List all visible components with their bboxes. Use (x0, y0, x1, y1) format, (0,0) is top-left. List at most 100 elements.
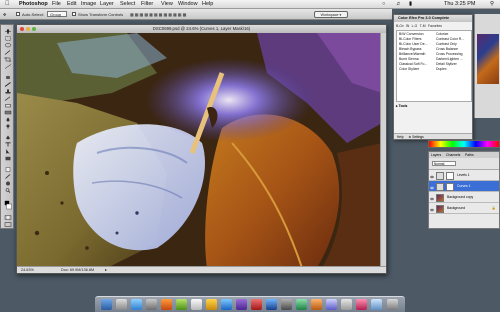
zoom-icon[interactable] (32, 27, 36, 31)
filter-item[interactable]: B/W Conversion (399, 32, 424, 36)
navigator-thumbnail[interactable] (477, 34, 499, 84)
menu-help[interactable]: Help (202, 0, 213, 9)
eye-icon[interactable] (430, 195, 434, 201)
zoom-level[interactable]: 24.63% (21, 267, 34, 274)
settings-icon[interactable]: ⚙ (408, 135, 411, 139)
app-icon[interactable] (176, 299, 187, 310)
trash-icon[interactable] (387, 299, 398, 310)
filter-item[interactable]: Colorize (436, 32, 448, 36)
close-icon[interactable] (20, 27, 24, 31)
layer-row[interactable]: Background 🔒 (429, 203, 499, 214)
notes-tool-icon[interactable] (4, 167, 12, 172)
eraser-tool-icon[interactable] (4, 103, 12, 108)
menu-filter[interactable]: Filter (141, 0, 153, 9)
transform-checkbox[interactable] (72, 12, 76, 16)
eyedropper-tool-icon[interactable] (4, 174, 12, 179)
magic-wand-tool-icon[interactable] (4, 50, 12, 55)
app-icon[interactable] (251, 299, 262, 310)
app-icon[interactable] (356, 299, 367, 310)
status-arrow-icon[interactable]: ▸ (105, 267, 107, 274)
filter-item[interactable]: Color Stylizer (399, 67, 419, 71)
efex-settings[interactable]: Settings (412, 135, 424, 139)
filter-item[interactable]: Classical Soft Fo... (399, 62, 427, 66)
canvas-photo[interactable] (17, 33, 382, 268)
layer-row[interactable]: Background copy (429, 192, 499, 203)
healing-brush-tool-icon[interactable] (4, 75, 12, 80)
efex-tab-favorites[interactable]: Favorites (428, 24, 442, 28)
efex-help[interactable]: Help (397, 135, 404, 139)
auto-select-checkbox[interactable] (16, 12, 20, 16)
mail-icon[interactable] (146, 299, 157, 310)
gradient-tool-icon[interactable] (4, 110, 12, 115)
eye-icon[interactable] (430, 184, 434, 190)
app-icon[interactable] (236, 299, 247, 310)
safari-icon[interactable] (131, 299, 142, 310)
type-tool-icon[interactable] (4, 142, 12, 147)
app-icon[interactable] (296, 299, 307, 310)
efex-title[interactable]: Color Efex Pro 3.0 Complete (394, 15, 472, 22)
zoom-tool-icon[interactable] (4, 188, 12, 193)
folder-icon[interactable] (371, 299, 382, 310)
finder-icon[interactable] (101, 299, 112, 310)
filter-item[interactable]: Bi-Color Filters (399, 37, 421, 41)
menu-select[interactable]: Select (120, 0, 135, 9)
app-icon[interactable] (206, 299, 217, 310)
filter-item[interactable]: Darken/Lighten ... (436, 57, 463, 61)
layer-mask-thumbnail[interactable] (446, 171, 454, 180)
calendar-icon[interactable] (191, 299, 202, 310)
filter-item[interactable]: Contrast Only (436, 42, 457, 46)
app-icon[interactable] (116, 299, 127, 310)
marquee-tool-icon[interactable] (4, 36, 12, 41)
efex-tab-l-g[interactable]: L-G (412, 24, 418, 28)
clock[interactable]: Thu 3:25 PM (444, 0, 476, 9)
apple-menu-icon[interactable]:  (5, 0, 10, 9)
volume-icon[interactable]: ♬ (396, 0, 402, 9)
doc-size[interactable]: Doc: 69.9M/136.8M (61, 267, 94, 274)
align-icons[interactable]: ▦▦▦▦▦▦▦▦▦▦▦▦ (130, 9, 187, 20)
screen-mode-icon[interactable] (4, 222, 12, 227)
filter-item[interactable]: Bi-Color User De... (399, 42, 427, 46)
filter-item[interactable]: Duplex (436, 67, 447, 71)
blend-mode-dropdown[interactable]: Normal (432, 161, 456, 166)
color-swatches-icon[interactable] (4, 200, 12, 210)
filter-item[interactable]: Burnt Sienna (399, 57, 419, 61)
color-spectrum[interactable] (428, 140, 500, 148)
efex-tab-b-ov[interactable]: B-Ov (396, 24, 404, 28)
eye-icon[interactable] (430, 173, 434, 179)
filter-item[interactable]: Brilliance/Warmth (399, 52, 425, 56)
move-tool-icon[interactable]: ✥ (3, 9, 6, 20)
menu-file[interactable]: File (52, 0, 61, 9)
app-icon[interactable] (221, 299, 232, 310)
hand-tool-icon[interactable] (4, 181, 12, 186)
app-icon[interactable] (281, 299, 292, 310)
app-icon[interactable] (311, 299, 322, 310)
document-titlebar[interactable]: DSC0699.psd @ 24.6% (Curves 1, Layer Mas… (17, 25, 386, 33)
app-menu[interactable]: Photoshop (19, 0, 48, 9)
menu-layer[interactable]: Layer (100, 0, 114, 9)
menu-view[interactable]: View (161, 0, 173, 9)
crop-tool-icon[interactable] (4, 57, 12, 62)
lasso-tool-icon[interactable] (4, 43, 12, 48)
app-icon[interactable] (341, 299, 352, 310)
auto-select-dropdown[interactable]: Group (47, 11, 67, 17)
filter-item[interactable]: Cross Balance (436, 47, 458, 51)
wifi-icon[interactable]: ○ (382, 0, 385, 9)
layer-row[interactable]: Levels 1 (429, 170, 499, 181)
vertical-scrollbar[interactable] (380, 33, 386, 268)
layer-row-selected[interactable]: Curves 1 (429, 181, 499, 192)
clone-stamp-tool-icon[interactable] (4, 89, 12, 94)
firefox-icon[interactable] (161, 299, 172, 310)
quick-mask-icon[interactable] (4, 215, 12, 220)
layer-mask-thumbnail[interactable] (446, 182, 454, 191)
slice-tool-icon[interactable] (4, 64, 12, 69)
minimize-icon[interactable] (26, 27, 30, 31)
workspace-button[interactable]: Workspace ▾ (314, 11, 348, 18)
move-tool-icon[interactable] (4, 29, 12, 34)
efex-tools-section[interactable]: ▸ Tools (396, 104, 472, 109)
brush-tool-icon[interactable] (4, 82, 12, 87)
photoshop-icon[interactable] (266, 299, 277, 310)
dodge-tool-icon[interactable] (4, 124, 12, 129)
shape-tool-icon[interactable] (4, 156, 12, 161)
blur-tool-icon[interactable] (4, 117, 12, 122)
menu-edit[interactable]: Edit (67, 0, 76, 9)
